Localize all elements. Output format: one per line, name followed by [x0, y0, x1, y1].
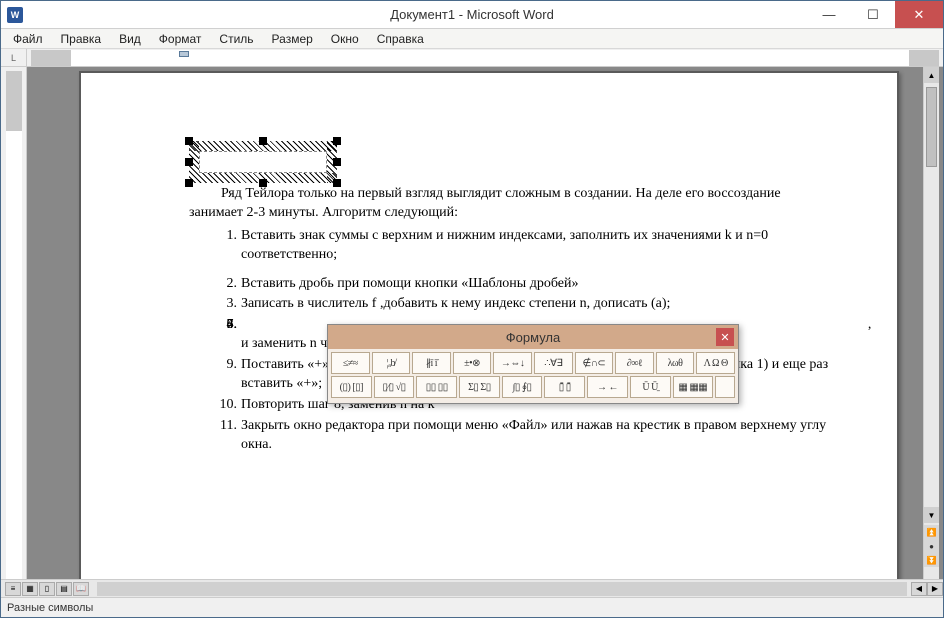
hscroll-right-button[interactable]: ▶: [927, 582, 943, 596]
labeled-arrow-button[interactable]: → ←: [587, 376, 628, 398]
horizontal-ruler-row: L: [1, 49, 943, 67]
window-title: Документ1 - Microsoft Word: [390, 7, 554, 22]
view-buttons: ≡ ▦ ▯ ▤ 📖: [1, 582, 93, 596]
hscroll-left-button[interactable]: ◀: [911, 582, 927, 596]
browse-object-button[interactable]: ●: [924, 539, 939, 553]
resize-handle-mr[interactable]: [333, 158, 341, 166]
equation-object[interactable]: [189, 141, 337, 183]
horizontal-scrollbar[interactable]: [97, 582, 907, 596]
misc-symbols-button[interactable]: ∂∞ℓ: [615, 352, 654, 374]
outline-view-button[interactable]: ▤: [56, 582, 72, 596]
minimize-button[interactable]: —: [807, 1, 851, 28]
window-buttons: — ☐ ✕: [807, 1, 943, 28]
close-button[interactable]: ✕: [895, 1, 943, 28]
app-window: W Документ1 - Microsoft Word — ☐ ✕ Файл …: [0, 0, 944, 618]
formula-title: Формула: [506, 330, 560, 345]
resize-handle-ml[interactable]: [185, 158, 193, 166]
overbar-templates-button[interactable]: ▯̄ ▯̄: [544, 376, 585, 398]
greek-uppercase-button[interactable]: Λ Ω Θ: [696, 352, 735, 374]
resize-handle-tr[interactable]: [333, 137, 341, 145]
matrix-templates-button[interactable]: ▦ ▦▦: [673, 376, 714, 398]
fence-templates-button[interactable]: (▯) [▯]: [331, 376, 372, 398]
menu-view[interactable]: Вид: [111, 31, 149, 47]
app-icon: W: [7, 7, 23, 23]
greek-lowercase-button[interactable]: λωθ: [656, 352, 695, 374]
ruler-corner[interactable]: L: [1, 49, 27, 66]
scroll-thumb[interactable]: [926, 87, 937, 167]
web-view-button[interactable]: ▦: [22, 582, 38, 596]
reading-view-button[interactable]: 📖: [73, 582, 89, 596]
hscroll-thumb[interactable]: [97, 582, 907, 596]
print-view-button[interactable]: ▯: [39, 582, 55, 596]
menu-size[interactable]: Размер: [264, 31, 321, 47]
formula-tools: ≤≠≈ ¦ₐb̸ ∦ī ī̄ ±•⊗ →⇔↓ ∴∀∃ ∉∩⊂ ∂∞ℓ λωθ Λ…: [328, 349, 738, 403]
maximize-button[interactable]: ☐: [851, 1, 895, 28]
product-templates-button[interactable]: Ū Ū̱: [630, 376, 671, 398]
operator-symbols-button[interactable]: ±•⊗: [453, 352, 492, 374]
relation-symbols-button[interactable]: ≤≠≈: [331, 352, 370, 374]
document-canvas[interactable]: Ряд Тейлора только на первый взгляд выгл…: [27, 67, 943, 579]
document-body[interactable]: Ряд Тейлора только на первый взгляд выгл…: [189, 185, 837, 457]
vertical-scrollbar[interactable]: ▲ ▼ ⏫ ● ⏬: [923, 67, 939, 579]
menu-style[interactable]: Стиль: [211, 31, 261, 47]
work-area: Ряд Тейлора только на первый взгляд выгл…: [1, 67, 943, 579]
scroll-down-button[interactable]: ▼: [924, 507, 939, 523]
statusbar: Разные символы: [1, 597, 943, 617]
embellishments-button[interactable]: ∦ī ī̄: [412, 352, 451, 374]
menu-format[interactable]: Формат: [151, 31, 210, 47]
set-symbols-button[interactable]: ∉∩⊂: [575, 352, 614, 374]
arrow-symbols-button[interactable]: →⇔↓: [493, 352, 532, 374]
horizontal-scroll-row: ≡ ▦ ▯ ▤ 📖 ◀ ▶: [1, 579, 943, 597]
formula-titlebar[interactable]: Формула ✕: [328, 325, 738, 349]
status-text: Разные символы: [7, 602, 93, 614]
prev-page-button[interactable]: ⏫: [924, 525, 939, 539]
integral-templates-button[interactable]: ∫▯ ∮▯: [502, 376, 543, 398]
menu-help[interactable]: Справка: [369, 31, 432, 47]
horizontal-ruler[interactable]: [31, 50, 939, 66]
formula-blank-button[interactable]: [715, 376, 735, 398]
fraction-templates-button[interactable]: ▯⁄▯ √▯: [374, 376, 415, 398]
menu-file[interactable]: Файл: [5, 31, 51, 47]
logical-symbols-button[interactable]: ∴∀∃: [534, 352, 573, 374]
resize-handle-tl[interactable]: [185, 137, 193, 145]
intro-paragraph: Ряд Тейлора только на первый взгляд выгл…: [189, 185, 837, 223]
normal-view-button[interactable]: ≡: [5, 582, 21, 596]
menubar: Файл Правка Вид Формат Стиль Размер Окно…: [1, 29, 943, 49]
titlebar: W Документ1 - Microsoft Word — ☐ ✕: [1, 1, 943, 29]
subscript-templates-button[interactable]: ▯▯ ▯▯: [416, 376, 457, 398]
vertical-ruler-column: [1, 67, 27, 579]
next-page-button[interactable]: ⏬: [924, 553, 939, 567]
resize-handle-tm[interactable]: [259, 137, 267, 145]
menu-edit[interactable]: Правка: [53, 31, 110, 47]
formula-toolbar-window[interactable]: Формула ✕ ≤≠≈ ¦ₐb̸ ∦ī ī̄ ±•⊗ →⇔↓ ∴∀∃ ∉∩⊂…: [327, 324, 739, 404]
menu-window[interactable]: Окно: [323, 31, 367, 47]
formula-close-button[interactable]: ✕: [716, 328, 734, 346]
vertical-ruler[interactable]: [6, 71, 22, 579]
scroll-up-button[interactable]: ▲: [924, 67, 939, 83]
spaces-button[interactable]: ¦ₐb̸: [372, 352, 411, 374]
summation-templates-button[interactable]: Σ▯ Σ▯: [459, 376, 500, 398]
